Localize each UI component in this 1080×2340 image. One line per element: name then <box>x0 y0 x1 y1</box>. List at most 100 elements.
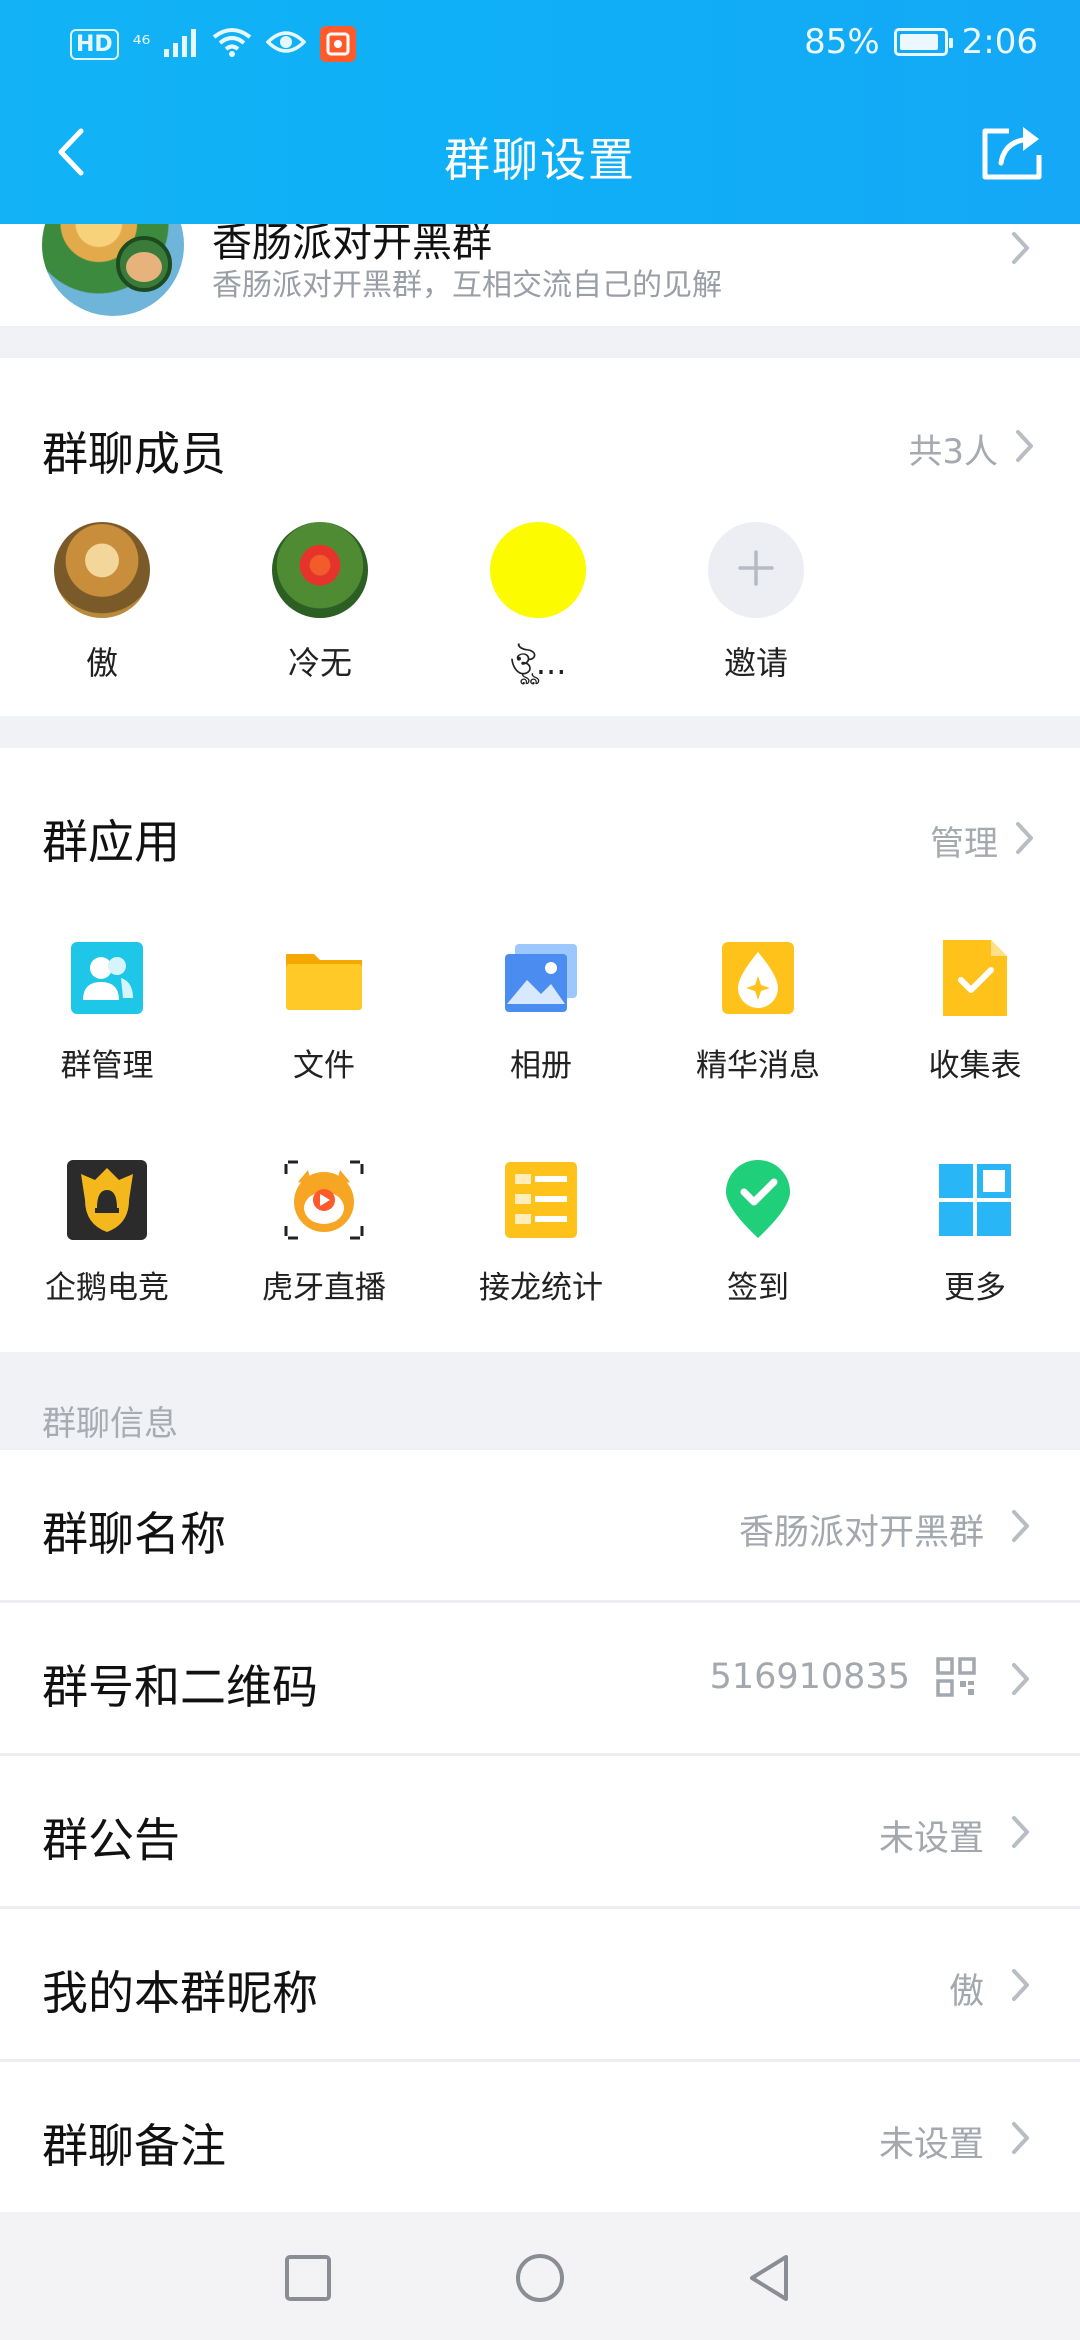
app-label: 虎牙直播 <box>262 1270 386 1306</box>
row-value: 未设置 <box>878 1819 984 1859</box>
hd-badge: HD <box>70 28 119 60</box>
group-profile-card[interactable]: 香肠派对开黑群 香肠派对开黑群，互相交流自己的见解 <box>0 224 1080 326</box>
invite-label: 邀请 <box>723 644 788 682</box>
row-label: 群号和二维码 <box>42 1660 318 1714</box>
chevron-right-icon <box>1010 1508 1032 1544</box>
app-penguin-esports[interactable]: 企鹅电竞 <box>17 1160 197 1307</box>
invite-avatar <box>708 522 804 618</box>
row-label: 我的本群昵称 <box>42 1966 318 2020</box>
status-bar: HD ⁴⁶ 85% 2:06 <box>0 0 1080 90</box>
member-name: 冷无 <box>287 644 352 682</box>
status-left: HD ⁴⁶ <box>70 26 357 62</box>
app-label: 相册 <box>510 1048 572 1084</box>
member-avatar <box>490 522 586 618</box>
member-avatar <box>54 522 150 618</box>
plus-icon <box>736 548 776 592</box>
row-value: 未设置 <box>878 2125 984 2165</box>
form-icon <box>935 938 1015 1018</box>
row-group-number-qr[interactable]: 群号和二维码 516910835 <box>0 1603 1080 1753</box>
app-label: 更多 <box>944 1270 1006 1306</box>
app-form[interactable]: 收集表 <box>885 938 1065 1085</box>
app-more[interactable]: 更多 <box>885 1160 1065 1307</box>
member-count[interactable]: 共3人 <box>908 424 998 473</box>
penguin-esports-icon <box>67 1160 147 1240</box>
share-button[interactable] <box>976 120 1050 186</box>
app-album[interactable]: 相册 <box>451 938 631 1085</box>
app-label: 文件 <box>293 1048 355 1084</box>
folder-icon <box>284 938 364 1018</box>
nav-bar: 群聊设置 <box>0 90 1080 224</box>
share-icon <box>979 121 1047 185</box>
page-title: 群聊设置 <box>444 133 636 187</box>
manage-link[interactable]: 管理 <box>930 816 998 865</box>
avatar-face <box>126 252 162 282</box>
row-my-nickname[interactable]: 我的本群昵称 傲 <box>0 1909 1080 2059</box>
album-icon <box>501 938 581 1018</box>
battery-percent: 85% <box>804 22 880 62</box>
member-name: ঔৣ... <box>509 644 567 682</box>
info-section-label: 群聊信息 <box>42 1404 178 1444</box>
app-label: 群管理 <box>60 1048 154 1084</box>
status-right: 85% 2:06 <box>804 22 1038 62</box>
member-avatar <box>272 522 368 618</box>
battery-icon <box>893 28 953 56</box>
eye-icon <box>265 28 307 60</box>
app-label: 企鹅电竞 <box>45 1270 169 1306</box>
info-section-header: 群聊信息 <box>0 1352 1080 1450</box>
app-label: 精华消息 <box>696 1048 820 1084</box>
wifi-icon <box>212 27 252 61</box>
app-label: 收集表 <box>928 1048 1022 1084</box>
row-label: 群聊名称 <box>42 1507 226 1561</box>
huya-icon <box>284 1160 364 1240</box>
signal-icon <box>164 27 198 61</box>
app-files[interactable]: 文件 <box>234 938 414 1085</box>
members-section: 群聊成员 共3人 傲 冷无 ঔৣ... 邀请 <box>0 358 1080 716</box>
app-huya[interactable]: 虎牙直播 <box>234 1160 414 1307</box>
row-value: 傲 <box>948 1972 984 2012</box>
chevron-right-icon <box>1010 1661 1032 1697</box>
row-group-remark[interactable]: 群聊备注 未设置 <box>0 2062 1080 2212</box>
signal-label: ⁴⁶ <box>132 31 151 57</box>
home-circle-icon[interactable] <box>514 2252 566 2304</box>
group-apps-section: 群应用 管理 群管理 文件 相册 精华消息 收集表 企鹅电竞 虎牙直播 接龙统计… <box>0 748 1080 1352</box>
row-group-notice[interactable]: 群公告 未设置 <box>0 1756 1080 1906</box>
essence-icon <box>718 938 798 1018</box>
app-group-manage[interactable]: 群管理 <box>17 938 197 1085</box>
group-description: 香肠派对开黑群，互相交流自己的见解 <box>212 268 722 303</box>
members-title: 群聊成员 <box>42 427 226 481</box>
group-manage-icon <box>67 938 147 1018</box>
back-triangle-icon[interactable] <box>744 2252 796 2304</box>
more-grid-icon <box>935 1160 1015 1240</box>
chevron-right-icon[interactable] <box>1014 428 1036 464</box>
clock: 2:06 <box>961 22 1038 62</box>
member-item[interactable]: 冷无 <box>250 522 390 684</box>
chevron-right-icon <box>1010 230 1032 266</box>
chevron-right-icon <box>1010 2120 1032 2156</box>
app-relay-stats[interactable]: 接龙统计 <box>451 1160 631 1307</box>
system-nav-bar <box>0 2214 1080 2340</box>
chevron-right-icon <box>1010 1814 1032 1850</box>
relay-stats-icon <box>501 1160 581 1240</box>
app-notification-icon <box>320 26 357 62</box>
chevron-right-icon <box>1010 1967 1032 2003</box>
group-chat-settings-page: HD ⁴⁶ 85% 2:06 群聊设置 香肠派对开黑群 香肠派对开黑群，互相交流… <box>0 0 1080 2340</box>
app-essence[interactable]: 精华消息 <box>668 938 848 1085</box>
group-avatar <box>42 224 184 316</box>
member-item[interactable]: ঔৣ... <box>468 522 608 692</box>
checkin-icon <box>718 1160 798 1240</box>
row-group-name[interactable]: 群聊名称 香肠派对开黑群 <box>0 1450 1080 1600</box>
apps-title: 群应用 <box>42 815 180 869</box>
app-checkin[interactable]: 签到 <box>668 1160 848 1307</box>
member-item[interactable]: 傲 <box>32 522 172 684</box>
row-value: 香肠派对开黑群 <box>738 1513 984 1553</box>
invite-button[interactable]: 邀请 <box>686 522 826 684</box>
row-label: 群聊备注 <box>42 2119 226 2173</box>
app-label: 签到 <box>727 1270 789 1306</box>
member-name: 傲 <box>85 644 118 682</box>
qr-code-icon[interactable] <box>936 1657 976 1697</box>
header: HD ⁴⁶ 85% 2:06 群聊设置 <box>0 0 1080 224</box>
row-label: 群公告 <box>42 1813 180 1867</box>
chevron-right-icon[interactable] <box>1014 820 1036 856</box>
recents-square-icon[interactable] <box>282 2252 334 2304</box>
group-number: 516910835 <box>709 1657 910 1697</box>
